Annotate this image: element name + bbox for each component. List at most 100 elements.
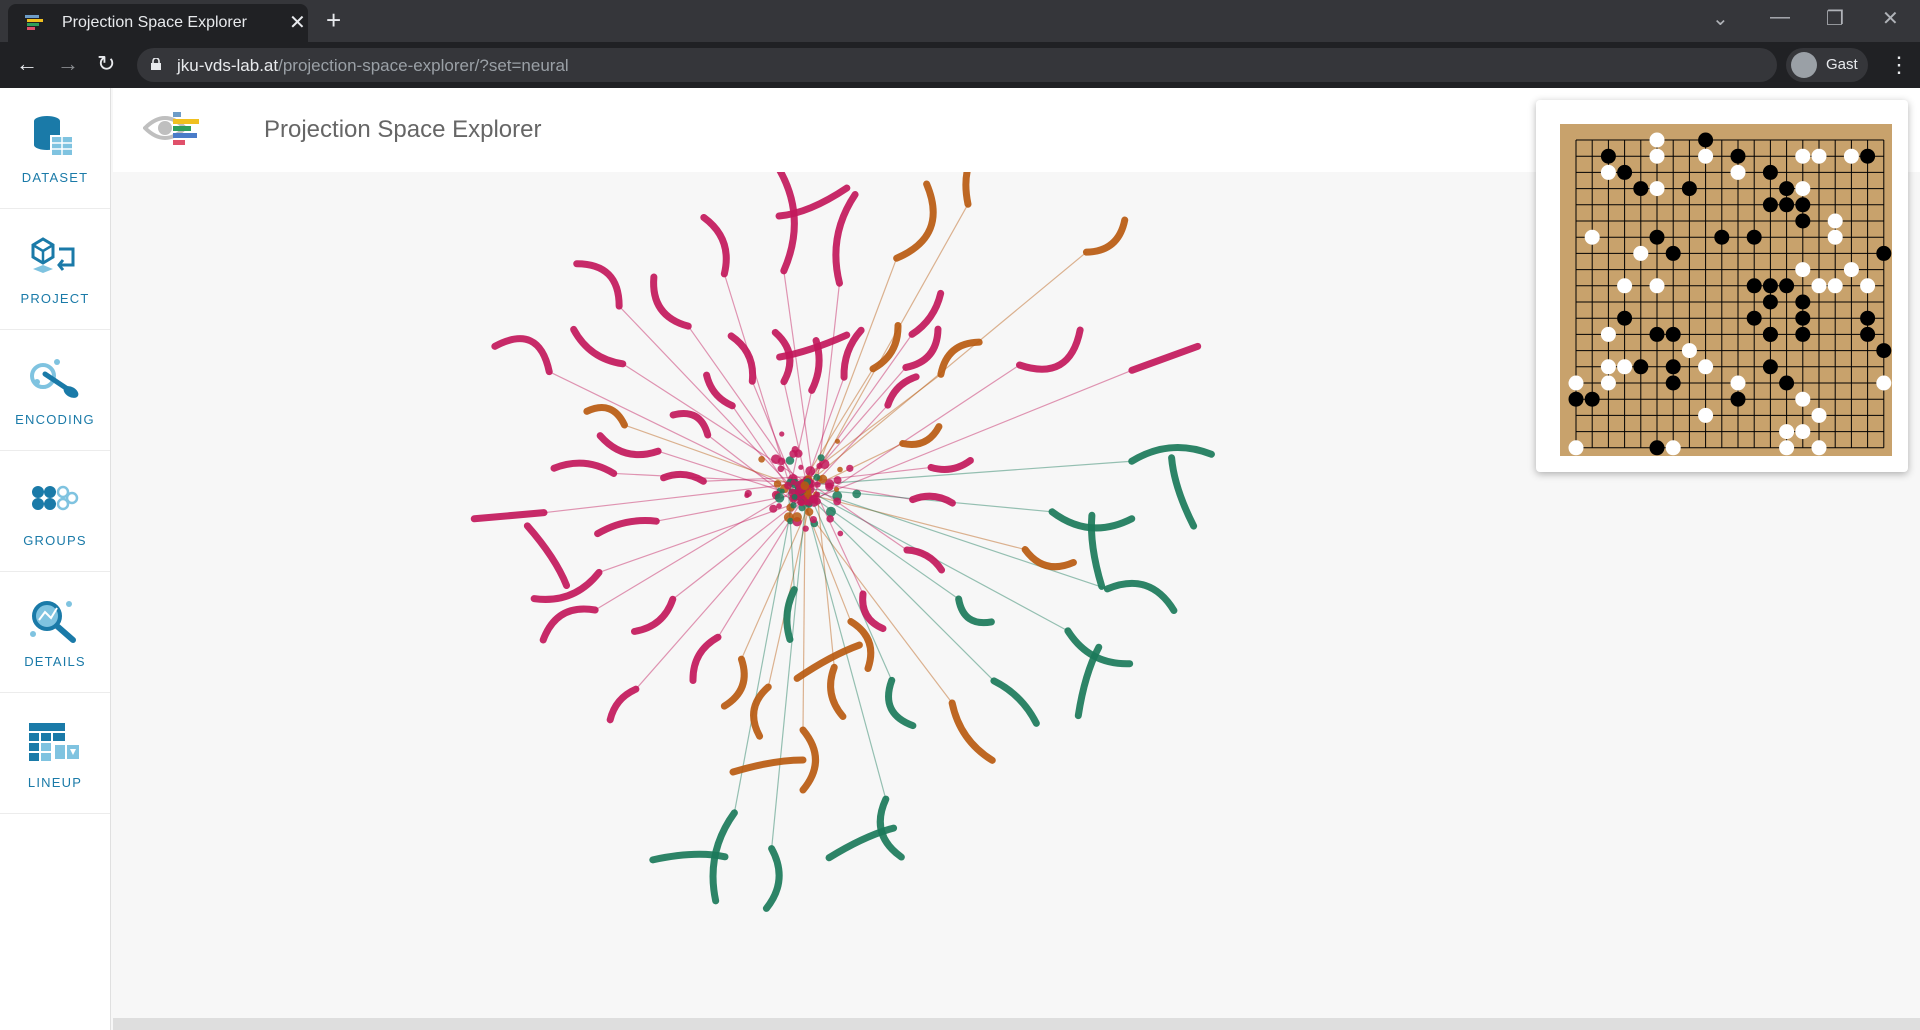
- trajectory-path[interactable]: [654, 277, 689, 326]
- trajectory-path[interactable]: [1132, 346, 1198, 370]
- projection-point[interactable]: [826, 507, 836, 517]
- trajectory-path[interactable]: [1107, 583, 1174, 610]
- trajectory-path[interactable]: [836, 195, 855, 284]
- trajectory-path[interactable]: [543, 609, 595, 640]
- projection-point[interactable]: [814, 498, 821, 505]
- reload-icon[interactable]: ↻: [97, 51, 115, 77]
- projection-point[interactable]: [775, 493, 785, 503]
- trajectory-branch[interactable]: [527, 526, 566, 586]
- trajectory-path[interactable]: [831, 667, 843, 716]
- projection-point[interactable]: [745, 490, 752, 497]
- projection-point[interactable]: [813, 474, 820, 481]
- back-arrow-icon[interactable]: ←: [16, 51, 38, 77]
- url-field[interactable]: jku-vds-lab.at/projection-space-explorer…: [137, 48, 1777, 82]
- projection-point[interactable]: [825, 483, 833, 491]
- trajectory-path[interactable]: [966, 172, 1013, 204]
- trajectory-path[interactable]: [754, 687, 769, 736]
- projection-point[interactable]: [846, 465, 853, 472]
- close-tab-icon[interactable]: ✕: [289, 10, 306, 35]
- projection-point[interactable]: [852, 490, 861, 499]
- trajectory-path[interactable]: [554, 463, 614, 473]
- projection-point[interactable]: [771, 454, 781, 464]
- projection-point[interactable]: [837, 467, 843, 473]
- trajectory-path[interactable]: [724, 659, 744, 706]
- projection-point[interactable]: [798, 465, 803, 470]
- trajectory-path[interactable]: [598, 521, 657, 534]
- trajectory-path[interactable]: [897, 184, 934, 258]
- projection-point[interactable]: [774, 480, 782, 488]
- tab-search-icon[interactable]: ⌄: [1712, 6, 1729, 31]
- profile-button[interactable]: Gast: [1786, 48, 1868, 82]
- projection-point[interactable]: [815, 481, 821, 487]
- trajectory-path[interactable]: [1086, 220, 1124, 252]
- trajectory-path[interactable]: [587, 408, 625, 425]
- browser-tab[interactable]: Projection Space Explorer ✕: [8, 4, 308, 42]
- trajectory-path[interactable]: [495, 339, 549, 372]
- sidebar-item-lineup[interactable]: LINEUP: [0, 693, 110, 814]
- close-window-icon[interactable]: ✕: [1882, 6, 1899, 31]
- sidebar-item-dataset[interactable]: DATASET: [0, 88, 110, 209]
- projection-point[interactable]: [792, 512, 802, 522]
- projection-point[interactable]: [780, 489, 785, 494]
- projection-point[interactable]: [805, 466, 815, 476]
- trajectory-path[interactable]: [664, 474, 704, 481]
- projection-point[interactable]: [834, 487, 839, 492]
- projection-point[interactable]: [779, 431, 784, 436]
- projection-point[interactable]: [790, 502, 796, 508]
- trajectory-path[interactable]: [610, 689, 636, 720]
- trajectory-path[interactable]: [731, 336, 752, 381]
- trajectory-path[interactable]: [577, 264, 619, 306]
- trajectory-path[interactable]: [959, 599, 992, 623]
- projection-point[interactable]: [826, 515, 834, 523]
- minimize-icon[interactable]: —: [1770, 6, 1790, 29]
- trajectory-branch[interactable]: [797, 645, 859, 678]
- sidebar-item-project[interactable]: PROJECT: [0, 209, 110, 330]
- projection-point[interactable]: [792, 446, 799, 453]
- sidebar-item-details[interactable]: DETAILS: [0, 572, 110, 693]
- trajectory-path[interactable]: [774, 172, 794, 271]
- restore-icon[interactable]: ❐: [1826, 6, 1844, 31]
- projection-point[interactable]: [800, 481, 809, 490]
- trajectory-path[interactable]: [634, 599, 672, 631]
- trajectory-path[interactable]: [766, 849, 779, 909]
- projection-point[interactable]: [837, 531, 843, 537]
- projection-point[interactable]: [833, 497, 841, 505]
- projection-point[interactable]: [803, 525, 809, 531]
- trajectory-path[interactable]: [474, 513, 544, 519]
- trajectory-path[interactable]: [913, 496, 953, 503]
- sidebar-item-groups[interactable]: GROUPS: [0, 451, 110, 572]
- browser-menu-icon[interactable]: ⋮: [1888, 52, 1910, 78]
- trajectory-path[interactable]: [1020, 330, 1081, 369]
- trajectory-path[interactable]: [704, 217, 726, 273]
- trajectory-path[interactable]: [673, 413, 708, 435]
- projection-point[interactable]: [810, 516, 817, 523]
- trajectory-path[interactable]: [931, 460, 970, 469]
- trajectory-branch[interactable]: [1172, 458, 1194, 526]
- projection-point[interactable]: [805, 508, 813, 516]
- projection-point[interactable]: [834, 476, 842, 484]
- trajectory-branch[interactable]: [1078, 647, 1099, 715]
- trajectory-path[interactable]: [888, 377, 916, 405]
- horizontal-scrollbar[interactable]: [113, 1018, 1920, 1030]
- projection-point[interactable]: [758, 456, 765, 463]
- trajectory-path[interactable]: [994, 681, 1036, 723]
- trajectory-path[interactable]: [941, 342, 979, 374]
- new-tab-button[interactable]: +: [326, 5, 341, 36]
- projection-point[interactable]: [776, 503, 782, 509]
- projection-point[interactable]: [792, 494, 798, 500]
- forward-arrow-icon[interactable]: →: [57, 51, 79, 77]
- trajectory-path[interactable]: [952, 703, 992, 760]
- trajectory-path[interactable]: [600, 436, 658, 455]
- trajectory-path[interactable]: [903, 427, 939, 445]
- sidebar-item-encoding[interactable]: ENCODING: [0, 330, 110, 451]
- trajectory-path[interactable]: [574, 329, 623, 363]
- trajectory-path[interactable]: [889, 680, 913, 725]
- projection-point[interactable]: [778, 465, 785, 472]
- projection-point[interactable]: [835, 439, 840, 444]
- trajectory-path[interactable]: [693, 637, 718, 680]
- projection-point[interactable]: [818, 454, 825, 461]
- projection-point[interactable]: [769, 505, 777, 513]
- trajectory-path[interactable]: [873, 325, 898, 368]
- projection-point[interactable]: [799, 500, 805, 506]
- projection-point[interactable]: [806, 499, 813, 506]
